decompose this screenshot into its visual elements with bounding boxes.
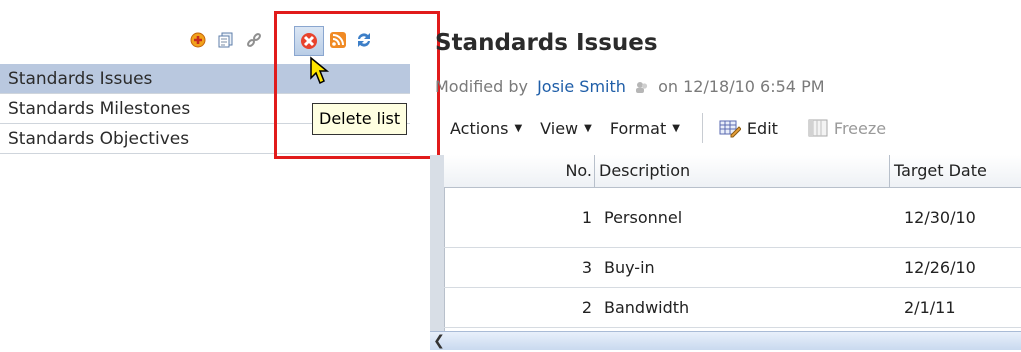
delete-list-icon[interactable]	[297, 29, 321, 53]
column-header-description[interactable]: Description	[594, 155, 690, 187]
freeze-label: Freeze	[833, 118, 887, 138]
actions-menu-label: Actions	[450, 118, 509, 138]
issues-table: No. Description Target Date 1 Personnel …	[430, 155, 1021, 350]
column-header-target-date[interactable]: Target Date	[889, 155, 987, 187]
table-row[interactable]: 2 Bandwidth 2/1/11	[444, 288, 1021, 328]
add-list-icon[interactable]	[186, 28, 210, 52]
modified-date: on 12/18/10 6:54 PM	[658, 77, 825, 96]
rss-feed-icon[interactable]	[326, 28, 350, 52]
freeze-button[interactable]: Freeze	[808, 119, 886, 138]
edit-button[interactable]: Edit	[719, 118, 778, 138]
chevron-down-icon: ▼	[514, 122, 523, 134]
link-list-icon[interactable]	[242, 28, 266, 52]
chevron-down-icon: ▼	[584, 122, 592, 134]
cell-no: 2	[581, 298, 592, 317]
cell-no: 1	[581, 208, 592, 227]
page-title: Standards Issues	[435, 30, 658, 56]
actions-toolbar: Actions ▼ View ▼ Format ▼ Edit Freeze	[450, 108, 886, 148]
cell-target-date: 2/1/11	[904, 298, 956, 317]
cell-description: Buy-in	[604, 258, 655, 277]
edit-label: Edit	[746, 118, 778, 138]
cell-no: 3	[581, 258, 592, 277]
table-header: No. Description Target Date	[444, 155, 1021, 188]
edit-table-icon	[719, 120, 741, 138]
actions-menu[interactable]: Actions ▼	[450, 119, 522, 138]
table-row[interactable]: 3 Buy-in 12/26/10	[444, 248, 1021, 288]
cell-description: Personnel	[604, 208, 683, 227]
mouse-pointer-icon	[309, 56, 335, 90]
cell-target-date: 12/26/10	[904, 258, 976, 277]
column-header-no[interactable]: No.	[552, 155, 592, 187]
cell-description: Bandwidth	[604, 298, 690, 317]
presence-icon	[635, 79, 649, 93]
toolbar-divider	[701, 113, 703, 143]
horizontal-scrollbar[interactable]: ❮	[430, 331, 1021, 350]
chevron-down-icon: ▼	[672, 122, 680, 134]
view-menu[interactable]: View ▼	[540, 119, 592, 138]
modified-user-link[interactable]: Josie Smith	[537, 77, 626, 96]
cell-target-date: 12/30/10	[904, 208, 976, 227]
list-item-standards-issues[interactable]: Standards Issues	[0, 64, 410, 94]
format-menu[interactable]: Format ▼	[610, 119, 680, 138]
freeze-columns-icon	[808, 119, 828, 137]
copy-list-icon[interactable]	[214, 28, 238, 52]
modified-info: Modified by Josie Smith on 12/18/10 6:54…	[435, 77, 825, 96]
refresh-icon[interactable]	[352, 28, 376, 52]
tooltip: Delete list	[312, 103, 408, 135]
modified-prefix: Modified by	[435, 77, 528, 96]
view-menu-label: View	[540, 118, 579, 138]
table-row[interactable]: 1 Personnel 12/30/10	[444, 188, 1021, 248]
scroll-left-icon[interactable]: ❮	[430, 332, 448, 350]
row-header-column	[430, 155, 445, 331]
format-menu-label: Format	[609, 118, 667, 138]
